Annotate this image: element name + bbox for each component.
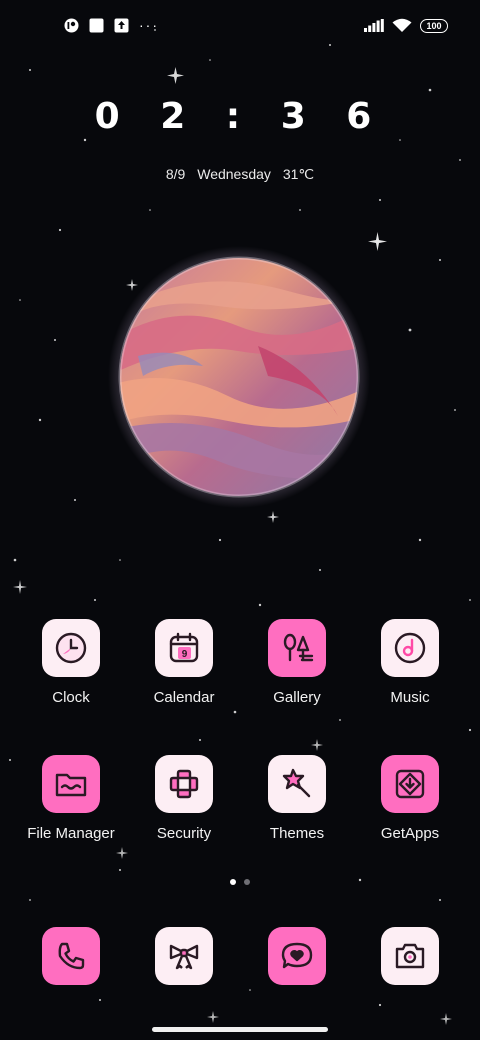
upload-notification-icon (114, 18, 129, 33)
app-gallery[interactable]: Gallery (242, 619, 352, 706)
lock-clock[interactable]: 0 2 : 3 6 (0, 96, 480, 137)
app-security[interactable]: Security (129, 755, 239, 842)
app-label: Clock (52, 689, 90, 706)
dock-camera[interactable] (355, 927, 465, 985)
weather-temperature: 31℃ (282, 166, 315, 182)
app-label: Themes (269, 825, 325, 842)
status-bar: ··· 100 (0, 18, 480, 40)
status-bar-left: ··· (64, 18, 159, 33)
calendar-icon: 9 (155, 619, 213, 677)
app-label: GetApps (380, 825, 440, 842)
page-dot-1[interactable] (230, 879, 236, 885)
status-bar-right: 100 (364, 18, 448, 33)
app-label: File Manager (27, 825, 115, 842)
phone-icon (42, 927, 100, 985)
camera-icon (381, 927, 439, 985)
app-label: Calendar (153, 689, 215, 706)
planet-wallpaper (108, 246, 370, 508)
bow-icon (155, 927, 213, 985)
signal-icon (364, 18, 384, 33)
page-indicator[interactable] (0, 879, 480, 885)
status-overflow: ··· (139, 17, 159, 33)
square-notification-icon (89, 18, 104, 33)
folder-icon (42, 755, 100, 813)
app-themes[interactable]: Themes (242, 755, 352, 842)
app-calendar[interactable]: 9 Calendar (129, 619, 239, 706)
getapps-icon (381, 755, 439, 813)
battery-icon: 100 (420, 18, 448, 33)
music-icon (381, 619, 439, 677)
gallery-icon (268, 619, 326, 677)
app-notification-icon (64, 18, 79, 33)
dock-messages[interactable] (242, 927, 352, 985)
app-label: Security (156, 825, 212, 842)
security-icon (155, 755, 213, 813)
clock-icon (42, 619, 100, 677)
date-weather[interactable]: 8/9 Wednesday 31℃ (0, 166, 480, 183)
page-dot-2[interactable] (244, 879, 250, 885)
app-music[interactable]: Music (355, 619, 465, 706)
app-getapps[interactable]: GetApps (355, 755, 465, 842)
dock-phone[interactable] (16, 927, 126, 985)
message-heart-icon (268, 927, 326, 985)
app-clock[interactable]: Clock (16, 619, 126, 706)
app-file-manager[interactable]: File Manager (16, 755, 126, 842)
dock-bow-app[interactable] (129, 927, 239, 985)
home-indicator[interactable] (152, 1027, 328, 1032)
date-day: 8/9 (165, 166, 186, 182)
date-weekday: Wednesday (197, 166, 271, 182)
calendar-badge: 9 (182, 649, 188, 660)
themes-icon (268, 755, 326, 813)
wifi-icon (392, 18, 412, 33)
app-label: Gallery (273, 689, 321, 706)
app-label: Music (390, 689, 430, 706)
